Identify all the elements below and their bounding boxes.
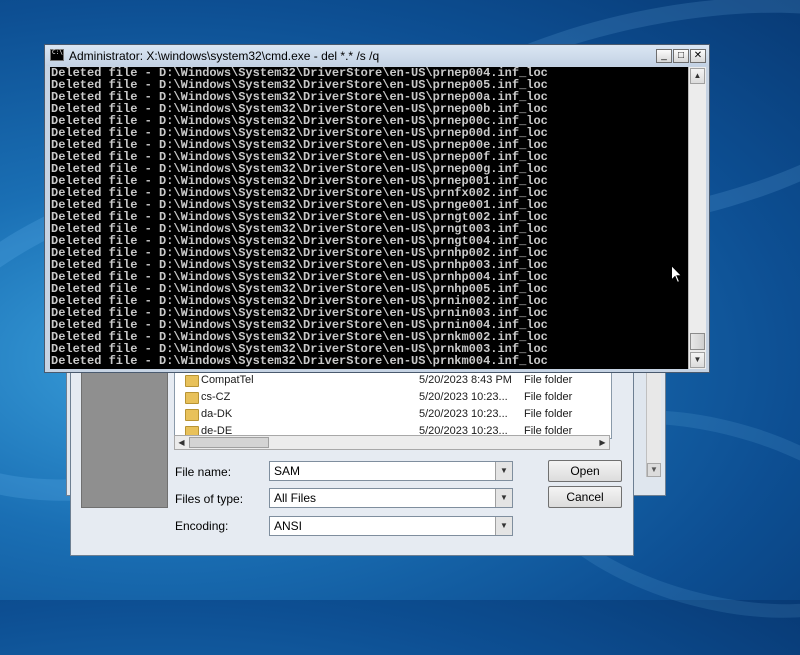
files-of-type-select[interactable]: All Files ▼ [269, 488, 513, 508]
scroll-up-icon[interactable]: ▲ [690, 68, 705, 84]
encoding-select[interactable]: ANSI ▼ [269, 516, 513, 536]
cmd-title: Administrator: X:\windows\system32\cmd.e… [69, 49, 380, 63]
file-row[interactable]: cs-CZ 5/20/2023 10:23... File folder [175, 389, 605, 406]
scroll-down-icon[interactable]: ▼ [647, 463, 661, 477]
file-list-hscrollbar[interactable]: ◀ ▶ [174, 435, 610, 450]
file-type: File folder [524, 374, 573, 386]
chevron-down-icon[interactable]: ▼ [495, 462, 512, 480]
hscroll-thumb[interactable] [189, 437, 269, 448]
console-vscrollbar[interactable]: ▲ ▼ [688, 67, 706, 369]
file-name-value: SAM [274, 464, 301, 478]
open-file-dialog: CompatTel 5/20/2023 8:43 PM File folder cs-… [70, 370, 634, 556]
file-row[interactable]: CompatTel 5/20/2023 8:43 PM File folder [175, 372, 605, 389]
chevron-down-icon[interactable]: ▼ [495, 489, 512, 507]
cmd-window: Administrator: X:\windows\system32\cmd.e… [44, 44, 710, 373]
file-date: 5/20/2023 8:43 PM [419, 374, 512, 386]
console-line: Deleted file - D:\Windows\System32\Drive… [51, 354, 548, 368]
cmd-titlebar[interactable]: Administrator: X:\windows\system32\cmd.e… [45, 45, 709, 66]
file-date: 5/20/2023 10:23... [419, 408, 508, 420]
close-button[interactable]: ✕ [690, 49, 706, 63]
vscroll-thumb[interactable] [690, 333, 705, 350]
minimize-button[interactable]: _ [656, 49, 672, 63]
file-type: File folder [524, 408, 573, 420]
cancel-button[interactable]: Cancel [548, 486, 622, 508]
mouse-cursor-icon [671, 265, 683, 284]
maximize-button[interactable]: □ [673, 49, 689, 63]
encoding-value: ANSI [274, 519, 303, 533]
file-date: 5/20/2023 10:23... [419, 391, 508, 403]
scroll-left-icon[interactable]: ◀ [175, 436, 188, 449]
file-list[interactable]: CompatTel 5/20/2023 8:43 PM File folder cs-… [174, 371, 612, 439]
background-window-scrollbar[interactable]: ▼ [646, 367, 661, 477]
scroll-down-icon[interactable]: ▼ [690, 352, 705, 368]
files-of-type-label: Files of type: [175, 492, 244, 506]
file-name: CompatTel [201, 374, 254, 386]
file-row[interactable]: da-DK 5/20/2023 10:23... File folder [175, 406, 605, 423]
folder-icon [185, 409, 199, 421]
file-name: cs-CZ [201, 391, 231, 403]
file-type: File folder [524, 391, 573, 403]
console-output[interactable]: Deleted file - D:\Windows\System32\Drive… [50, 67, 688, 369]
file-name-input[interactable]: SAM ▼ [269, 461, 513, 481]
places-bar [81, 371, 168, 508]
files-of-type-value: All Files [274, 491, 317, 505]
file-name: da-DK [201, 408, 233, 420]
encoding-label: Encoding: [175, 519, 229, 533]
cmd-icon [50, 49, 64, 61]
chevron-down-icon[interactable]: ▼ [495, 517, 512, 535]
folder-icon [185, 375, 199, 387]
scroll-right-icon[interactable]: ▶ [596, 436, 609, 449]
file-name-label: File name: [175, 465, 232, 479]
open-button[interactable]: Open [548, 460, 622, 482]
folder-icon [185, 392, 199, 404]
